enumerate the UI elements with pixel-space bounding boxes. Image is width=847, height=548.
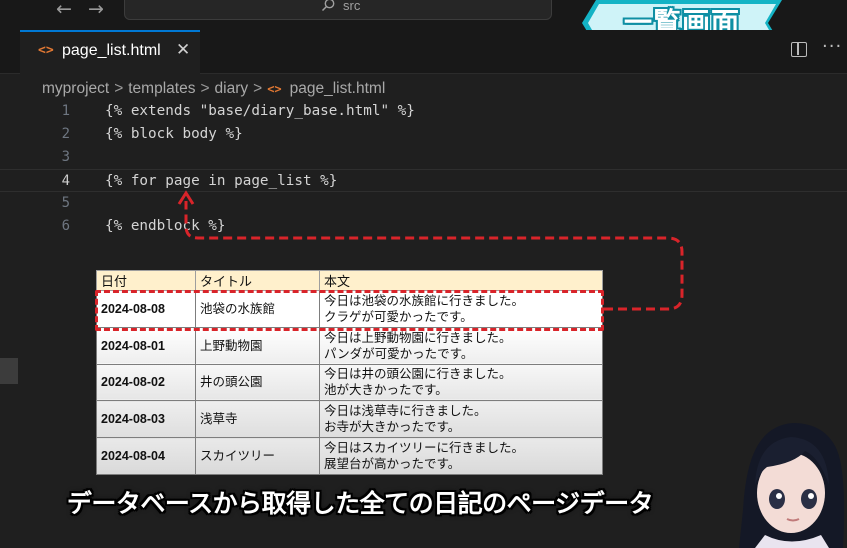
table-row: 2024-08-03 浅草寺 今日は浅草寺に行きました。 お寺が大きかったです。 (96, 400, 603, 439)
html-file-icon: <> (38, 43, 54, 58)
table-header-row: 日付 タイトル 本文 (96, 270, 603, 291)
line-number: 1 (61, 103, 70, 119)
body-line: 今日はスカイツリーに行きました。 (324, 441, 525, 456)
line-number: 6 (61, 218, 70, 234)
split-editor-icon[interactable] (791, 42, 807, 57)
chevron-right-icon: > (114, 80, 124, 97)
code-text[interactable]: {% endblock %} (105, 215, 226, 238)
code-text[interactable]: {% extends "base/diary_base.html" %} (105, 100, 415, 123)
chevron-right-icon: > (253, 80, 263, 97)
body-line: 池が大きかったです。 (324, 383, 448, 398)
avatar (739, 423, 845, 548)
title-cell: スカイツリー (195, 437, 320, 475)
breadcrumb-item-file[interactable]: page_list.html (290, 80, 386, 97)
back-arrow-icon[interactable]: ← (56, 0, 72, 19)
tab-label: page_list.html (62, 42, 161, 59)
breadcrumb-item-diary[interactable]: diary (215, 80, 249, 97)
more-actions-icon[interactable]: ··· (822, 36, 842, 57)
body-cell: 今日は上野動物園に行きました。 パンダが可愛かったです。 (319, 326, 603, 365)
code-line: 5 (0, 192, 847, 215)
code-line: 1 {% extends "base/diary_base.html" %} (0, 100, 847, 123)
column-header-body: 本文 (319, 270, 603, 291)
date-cell: 2024-08-03 (96, 400, 196, 439)
tab-page-list[interactable]: <> page_list.html ✕ (20, 30, 200, 74)
search-icon (321, 0, 335, 12)
column-header-title: タイトル (195, 270, 320, 291)
table-row: 2024-08-02 井の頭公園 今日は井の頭公園に行きました。 池が大きかったで… (96, 363, 603, 402)
table-row: 2024-08-04 スカイツリー 今日はスカイツリーに行きました。 展望台が高か… (96, 437, 603, 475)
title-cell: 浅草寺 (195, 400, 320, 439)
caption-subtitle: データベースから取得した全ての日記のページデータ (66, 489, 654, 518)
date-cell: 2024-08-04 (96, 437, 196, 475)
body-line: 今日は井の頭公園に行きました。 (324, 367, 512, 382)
line-number: 4 (61, 173, 70, 189)
date-cell: 2024-08-02 (96, 363, 196, 402)
code-editor[interactable]: 1 {% extends "base/diary_base.html" %} 2… (0, 100, 847, 250)
column-header-date: 日付 (96, 270, 196, 291)
breadcrumb-item-myproject[interactable]: myproject (42, 80, 109, 97)
code-line: 6 {% endblock %} (0, 215, 847, 238)
breadcrumb-item-templates[interactable]: templates (128, 80, 195, 97)
body-line: お寺が大きかったです。 (324, 420, 461, 435)
code-line: 2 {% block body %} (0, 123, 847, 146)
close-icon[interactable]: ✕ (176, 40, 190, 60)
line-number: 2 (61, 126, 70, 142)
body-cell: 今日は井の頭公園に行きました。 池が大きかったです。 (319, 363, 603, 402)
line-number: 5 (61, 195, 70, 211)
line-number: 3 (61, 149, 70, 165)
tab-bar: <> page_list.html ✕ ··· (0, 30, 847, 74)
row-highlight-box (95, 290, 604, 331)
forward-arrow-icon[interactable]: → (88, 0, 104, 19)
search-text: src (343, 0, 361, 13)
body-line: 展望台が高かったです。 (324, 457, 461, 472)
title-cell: 上野動物園 (195, 326, 320, 365)
activity-bar-indicator (0, 358, 18, 384)
code-text[interactable]: {% for page in page_list %} (105, 170, 337, 193)
body-line: パンダが可愛かったです。 (324, 346, 474, 361)
chevron-right-icon: > (200, 80, 210, 97)
body-line: 今日は浅草寺に行きました。 (324, 404, 487, 419)
table-row: 2024-08-01 上野動物園 今日は上野動物園に行きました。 パンダが可愛かっ… (96, 326, 603, 365)
code-line-current: 4 {% for page in page_list %} (0, 169, 847, 192)
html-file-icon: <> (267, 82, 282, 96)
code-text[interactable]: {% block body %} (105, 123, 243, 146)
body-cell: 今日は浅草寺に行きました。 お寺が大きかったです。 (319, 400, 603, 439)
code-line: 3 (0, 146, 847, 169)
command-center-search[interactable]: src (124, 0, 552, 20)
breadcrumb: myproject > templates > diary > <> page_list.ht… (42, 80, 385, 100)
body-cell: 今日はスカイツリーに行きました。 展望台が高かったです。 (319, 437, 603, 475)
body-line: 今日は上野動物園に行きました。 (324, 330, 512, 345)
title-cell: 井の頭公園 (195, 363, 320, 402)
date-cell: 2024-08-01 (96, 326, 196, 365)
